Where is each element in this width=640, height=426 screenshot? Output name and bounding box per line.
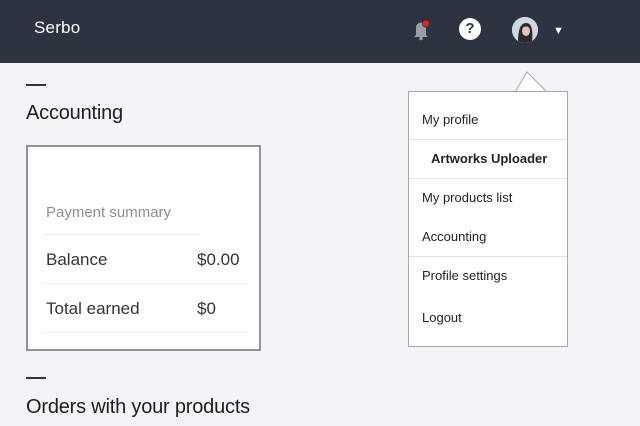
menu-item-artworks-uploader[interactable]: Artworks Uploader (409, 140, 567, 178)
chevron-down-icon[interactable]: ▼ (553, 24, 565, 38)
menu-item-logout[interactable]: Logout (409, 299, 567, 337)
row-divider (42, 283, 248, 284)
menu-item-my-products-list[interactable]: My products list (409, 179, 567, 217)
payment-summary-card: Payment summary Balance $0.00 Total earn… (26, 145, 261, 351)
summary-divider (42, 234, 200, 235)
notification-bell-icon[interactable] (412, 19, 432, 41)
section-divider (26, 377, 46, 379)
user-avatar[interactable] (512, 17, 538, 43)
section-divider (26, 84, 46, 86)
menu-item-accounting[interactable]: Accounting (409, 218, 567, 256)
top-navigation-bar: Serbo ? ▼ (0, 0, 640, 63)
payment-summary-title: Payment summary (46, 204, 172, 221)
row-divider (42, 332, 248, 333)
help-icon[interactable]: ? (459, 18, 481, 40)
balance-value: $0.00 (197, 250, 240, 269)
accounting-title: Accounting (26, 102, 123, 124)
menu-item-my-profile[interactable]: My profile (409, 101, 567, 139)
dropdown-pointer (515, 71, 555, 93)
orders-title: Orders with your products (26, 396, 250, 418)
balance-label: Balance (46, 250, 108, 269)
total-earned-value: $0 (197, 299, 216, 318)
menu-item-profile-settings[interactable]: Profile settings (409, 257, 567, 295)
brand-name[interactable]: Serbo (34, 18, 80, 38)
total-earned-label: Total earned (46, 299, 140, 318)
user-dropdown-menu: My profile Artworks Uploader My products… (408, 91, 568, 347)
